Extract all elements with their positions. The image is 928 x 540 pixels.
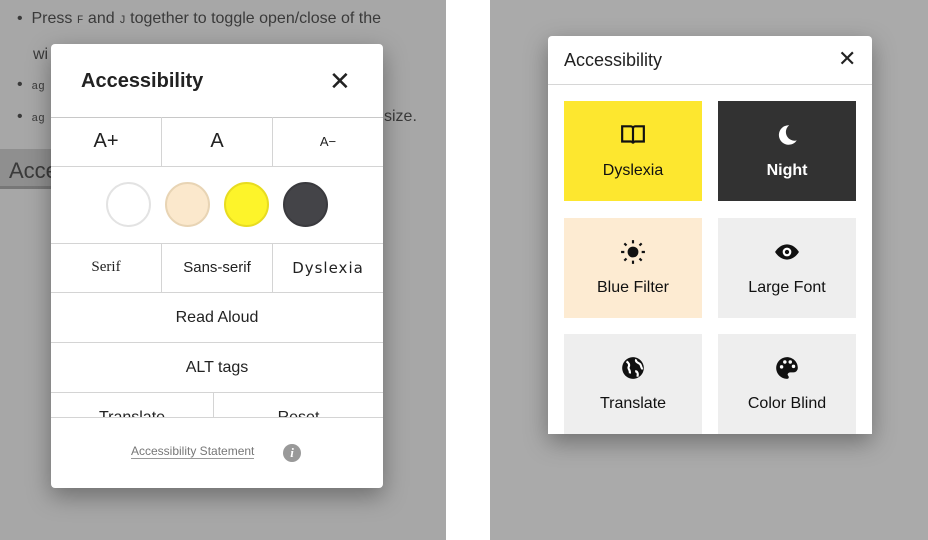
close-icon[interactable]: ✕ [838, 46, 856, 72]
translate-button[interactable]: Translate [51, 393, 214, 417]
accessibility-panel-tiles: Accessibility ✕ Dyslexia Night Blue Filt… [548, 36, 872, 434]
tile-translate[interactable]: Translate [564, 334, 702, 434]
sans-serif-font-button[interactable]: Sans-serif [162, 243, 273, 293]
increase-font-button[interactable]: A+ [51, 117, 162, 167]
tile-label: Blue Filter [596, 279, 670, 296]
left-screenshot: • Press F and J together to toggle open/… [0, 0, 446, 540]
default-font-button[interactable]: A [162, 117, 273, 167]
bg-bullet2: • ag [17, 76, 45, 93]
tile-blue-filter[interactable]: Blue Filter [564, 218, 702, 318]
moon-icon [778, 125, 797, 145]
color-white-option[interactable] [106, 182, 151, 227]
panel-title: Accessibility [564, 50, 663, 70]
sun-icon [621, 240, 645, 264]
bg-text-line2: wi [33, 46, 49, 63]
tile-label: Translate [599, 395, 667, 412]
globe-icon [622, 357, 644, 379]
tile-label: Color Blind [747, 395, 827, 412]
right-screenshot: Accessibility ✕ Dyslexia Night Blue Filt… [490, 0, 928, 540]
info-icon[interactable]: i [283, 444, 301, 462]
book-icon [621, 125, 645, 144]
color-cream-option[interactable] [165, 182, 210, 227]
read-aloud-button[interactable]: Read Aloud [51, 293, 383, 343]
bg-text-line1: • Press F and J together to toggle open/… [17, 10, 381, 27]
tile-dyslexia[interactable]: Dyslexia [564, 101, 702, 201]
color-dark-option[interactable] [283, 182, 328, 227]
serif-font-button[interactable]: Serif [51, 243, 162, 293]
tile-large-font[interactable]: Large Font [718, 218, 856, 318]
panel-title: Accessibility [81, 70, 204, 92]
dyslexia-font-button[interactable]: Dyslexia [273, 243, 383, 293]
tile-night[interactable]: Night [718, 101, 856, 201]
tile-label: Large Font [748, 279, 826, 296]
tile-label: Dyslexia [602, 162, 664, 179]
close-icon[interactable]: ✕ [329, 66, 351, 97]
tile-color-blind[interactable]: Color Blind [718, 334, 856, 434]
accessibility-panel: Accessibility ✕ A+ A A− Serif Sans-serif… [51, 44, 383, 488]
bg-bullet3-end: size. [384, 108, 417, 125]
palette-icon [776, 357, 798, 379]
alt-tags-button[interactable]: ALT tags [51, 343, 383, 393]
tile-label: Night [766, 162, 808, 179]
decrease-font-button[interactable]: A− [273, 117, 383, 167]
color-yellow-option[interactable] [224, 182, 269, 227]
accessibility-statement-link[interactable]: Accessibility Statement [131, 444, 255, 459]
eye-icon [775, 244, 799, 260]
reset-button[interactable]: Reset [214, 393, 383, 417]
bg-bullet3: • ag [17, 108, 45, 125]
